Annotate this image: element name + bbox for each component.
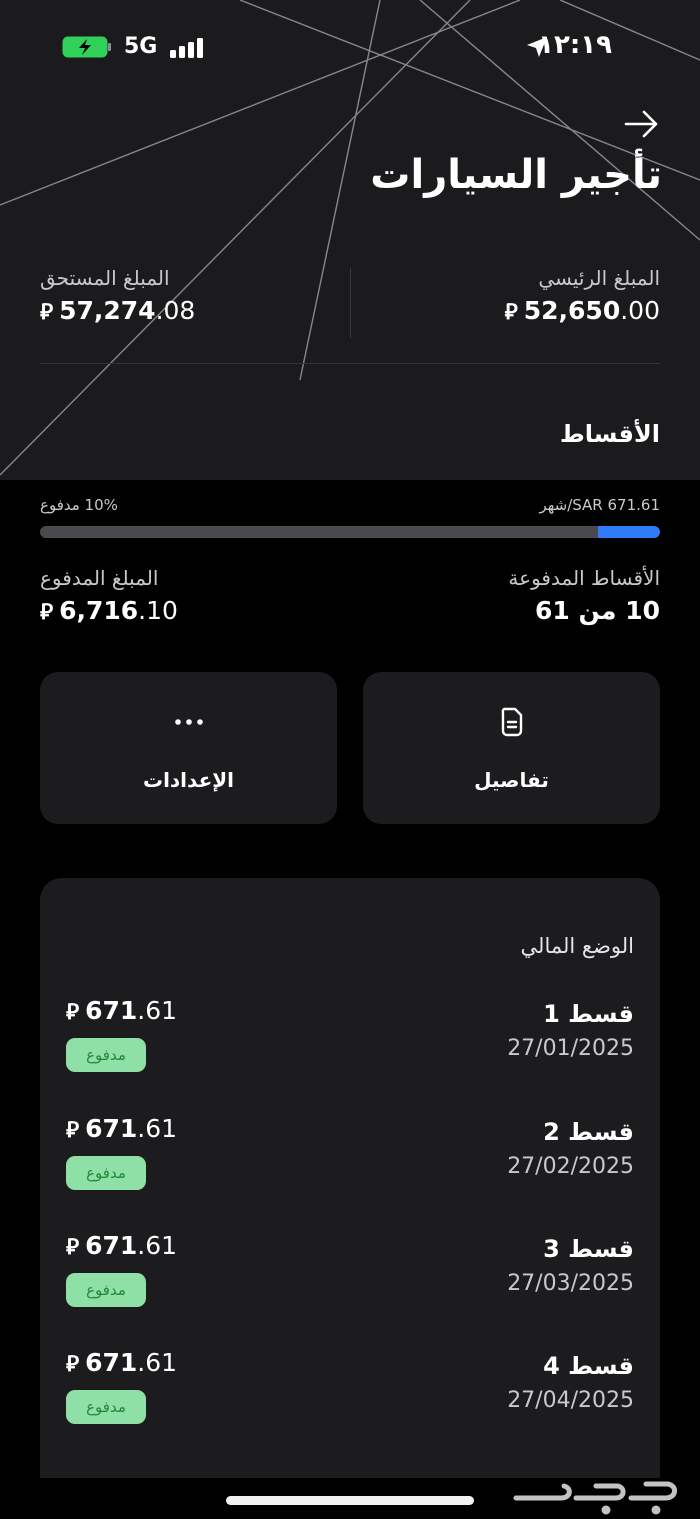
installment-name: قسط 2 xyxy=(543,1118,634,1146)
section-divider xyxy=(40,363,660,364)
installments-progress-fill xyxy=(598,526,660,538)
principal-value: ⃁ 52,650.00 xyxy=(505,296,660,326)
status-badge: مدفوع xyxy=(66,1038,146,1072)
amount-dec: .61 xyxy=(137,1231,178,1260)
due-amount-block: المبلغ المستحق ⃁ 57,274.08 xyxy=(40,266,195,326)
installment-row[interactable]: قسط 3 27/03/2025 ⃁ 671.61 مدفوع xyxy=(40,1231,660,1335)
due-dec: .08 xyxy=(155,296,196,325)
financial-status-title: الوضع المالي xyxy=(520,934,634,958)
installment-name: قسط 4 xyxy=(543,1352,634,1380)
riyal-symbol-icon: ⃁ xyxy=(66,1000,80,1025)
installment-row[interactable]: قسط 1 27/01/2025 ⃁ 671.61 مدفوع xyxy=(40,996,660,1100)
principal-int: 52,650 xyxy=(523,296,621,325)
riyal-symbol-icon: ⃁ xyxy=(40,300,54,325)
paid-count-text: 10 من 61 xyxy=(535,596,660,625)
installment-date: 27/03/2025 xyxy=(507,1271,634,1296)
installments-progress-bar xyxy=(40,526,660,538)
paid-amount-value: ⃁ 6,716.10 xyxy=(40,596,178,626)
paid-summary: الأقساط المدفوعة 10 من 61 المبلغ المدفوع… xyxy=(40,566,660,636)
amount-int: 671 xyxy=(85,1114,138,1143)
due-label: المبلغ المستحق xyxy=(40,266,170,290)
principal-dec: .00 xyxy=(620,296,660,325)
installment-amount: ⃁ 671.61 xyxy=(66,1348,177,1378)
back-arrow-icon[interactable] xyxy=(622,104,662,144)
status-badge: مدفوع xyxy=(66,1390,146,1424)
riyal-symbol-icon: ⃁ xyxy=(66,1235,80,1260)
due-int: 57,274 xyxy=(59,296,156,325)
haraj-watermark-logo xyxy=(513,1481,677,1515)
amount-summary: المبلغ الرئيسي ⃁ 52,650.00 المبلغ المستحق… xyxy=(40,266,660,342)
installment-name: قسط 3 xyxy=(543,1235,634,1263)
paid-amount-block: المبلغ المدفوع ⃁ 6,716.10 xyxy=(40,566,178,626)
financial-status-panel: الوضع المالي قسط 1 27/01/2025 ⃁ 671.61 مد… xyxy=(40,878,660,1478)
more-dots-icon xyxy=(174,719,203,725)
installments-title: الأقساط xyxy=(559,420,660,448)
installment-date: 27/04/2025 xyxy=(507,1388,634,1413)
due-value: ⃁ 57,274.08 xyxy=(40,296,195,326)
installment-amount: ⃁ 671.61 xyxy=(66,996,177,1026)
installment-row[interactable]: قسط 4 27/04/2025 ⃁ 671.61 مدفوع xyxy=(40,1348,660,1452)
status-badge: مدفوع xyxy=(66,1273,146,1307)
amount-dec: .61 xyxy=(137,996,178,1025)
riyal-symbol-icon: ⃁ xyxy=(66,1118,80,1143)
paid-count-label: الأقساط المدفوعة xyxy=(508,566,660,590)
amount-dec: .61 xyxy=(137,1114,178,1143)
summary-divider xyxy=(350,268,351,338)
installment-date: 27/02/2025 xyxy=(507,1154,634,1179)
paid-amount-dec: .10 xyxy=(138,596,178,625)
settings-button[interactable]: الإعدادات xyxy=(40,672,337,824)
paid-amount-int: 6,716 xyxy=(59,596,139,625)
home-indicator[interactable] xyxy=(226,1496,474,1505)
monthly-amount-label: SAR 671.61/شهر xyxy=(539,496,660,514)
installment-amount: ⃁ 671.61 xyxy=(66,1231,177,1261)
network-type: 5G xyxy=(124,34,158,59)
paid-count-value: 10 من 61 xyxy=(508,596,660,625)
installment-row[interactable]: قسط 2 27/02/2025 ⃁ 671.61 مدفوع xyxy=(40,1114,660,1218)
amount-int: 671 xyxy=(85,1348,138,1377)
document-icon xyxy=(501,707,522,737)
amount-dec: .61 xyxy=(137,1348,178,1377)
paid-count-block: الأقساط المدفوعة 10 من 61 xyxy=(508,566,660,625)
installment-amount: ⃁ 671.61 xyxy=(66,1114,177,1144)
amount-int: 671 xyxy=(85,1231,138,1260)
signal-strength-icon xyxy=(170,38,203,58)
details-button[interactable]: تفاصيل xyxy=(363,672,660,824)
principal-amount-block: المبلغ الرئيسي ⃁ 52,650.00 xyxy=(505,266,660,326)
installment-name: قسط 1 xyxy=(543,1000,634,1028)
amount-int: 671 xyxy=(85,996,138,1025)
principal-label: المبلغ الرئيسي xyxy=(538,266,660,290)
installment-date: 27/01/2025 xyxy=(507,1036,634,1061)
settings-label: الإعدادات xyxy=(142,768,235,792)
riyal-symbol-icon: ⃁ xyxy=(40,600,54,625)
battery-charging-icon xyxy=(62,36,111,58)
status-time: ١٢:١٩ xyxy=(538,30,612,60)
status-badge: مدفوع xyxy=(66,1156,146,1190)
status-bar: 5G ١٢:١٩ xyxy=(0,0,700,96)
riyal-symbol-icon: ⃁ xyxy=(66,1352,80,1377)
riyal-symbol-icon: ⃁ xyxy=(504,300,518,325)
page-title: تأجير السيارات xyxy=(370,152,662,198)
paid-amount-label: المبلغ المدفوع xyxy=(40,566,159,590)
details-label: تفاصيل xyxy=(474,768,549,792)
paid-percent-label: 10% مدفوع xyxy=(40,496,118,514)
